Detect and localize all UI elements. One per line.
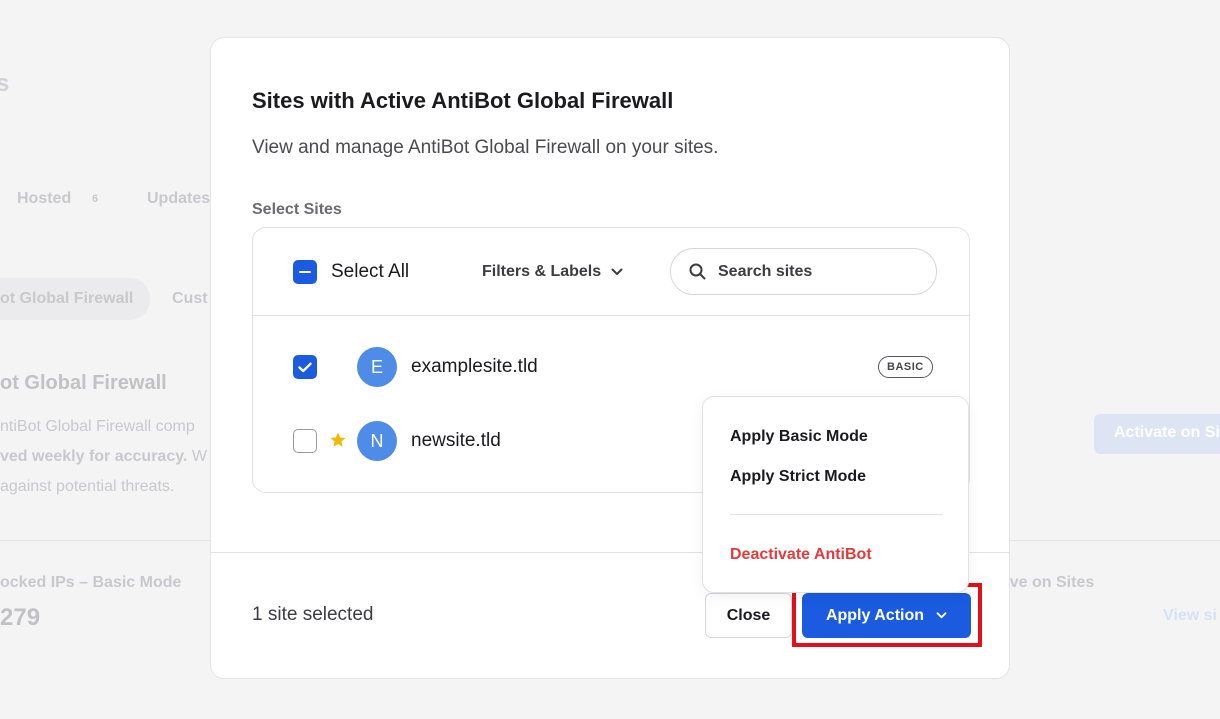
chevron-down-icon — [611, 268, 623, 275]
selection-count: 1 site selected — [252, 604, 374, 625]
site-avatar: N — [357, 421, 397, 461]
bg-section-title: ot Global Firewall — [0, 372, 167, 394]
site-row[interactable]: E examplesite.tld BASIC — [253, 337, 969, 397]
star-icon — [330, 432, 346, 447]
bg-blocked-ips-label: ocked IPs – Basic Mode — [0, 574, 182, 591]
site-name: examplesite.tld — [411, 356, 538, 377]
site-name: newsite.tld — [411, 430, 501, 451]
sites-panel-header: Select All Filters & Labels — [253, 228, 969, 316]
bg-activate-button: Activate on Si — [1094, 414, 1220, 454]
bg-active-sites-label: tive on Sites — [1000, 574, 1095, 591]
bg-tab-updates: Updates — [147, 190, 211, 207]
bg-subtab-custom: Cust — [172, 290, 208, 307]
close-button[interactable]: Close — [705, 593, 792, 638]
menu-item-deactivate-antibot[interactable]: Deactivate AntiBot — [730, 546, 872, 564]
search-icon — [689, 263, 706, 280]
search-input[interactable] — [718, 262, 898, 281]
bg-description-line: against potential threats. — [0, 478, 175, 495]
menu-item-apply-strict-mode[interactable]: Apply Strict Mode — [730, 468, 866, 486]
bg-heading: s — [0, 70, 10, 97]
filters-labels-label: Filters & Labels — [482, 263, 602, 280]
bg-description-line: ved weekly for accuracy. W — [0, 448, 207, 465]
bg-description-line: ntiBot Global Firewall comp — [0, 418, 195, 435]
select-all-checkbox[interactable] — [293, 260, 317, 284]
minus-icon — [299, 270, 311, 274]
menu-divider — [730, 514, 943, 515]
site-checkbox[interactable] — [293, 429, 317, 453]
search-box[interactable] — [670, 248, 937, 295]
bg-tab-hosted-count: 6 — [92, 193, 99, 205]
bg-view-sites-link: View si — [1163, 607, 1217, 624]
bg-tab-hosted: Hosted — [17, 190, 72, 207]
bg-blocked-ips-count: 279 — [0, 604, 41, 631]
site-avatar: E — [357, 347, 397, 387]
site-checkbox[interactable] — [293, 355, 317, 379]
apply-action-menu: Apply Basic Mode Apply Strict Mode Deact… — [702, 396, 969, 593]
filters-labels-dropdown[interactable]: Filters & Labels — [482, 263, 623, 281]
check-icon — [298, 362, 312, 372]
menu-item-apply-basic-mode[interactable]: Apply Basic Mode — [730, 428, 868, 446]
modal-title: Sites with Active AntiBot Global Firewal… — [252, 88, 674, 113]
select-sites-label: Select Sites — [252, 201, 342, 218]
select-all-label[interactable]: Select All — [331, 261, 409, 283]
mode-badge: BASIC — [878, 356, 933, 378]
bg-subtab-antibot: ot Global Firewall — [0, 290, 134, 307]
modal-subtitle: View and manage AntiBot Global Firewall … — [252, 137, 719, 158]
